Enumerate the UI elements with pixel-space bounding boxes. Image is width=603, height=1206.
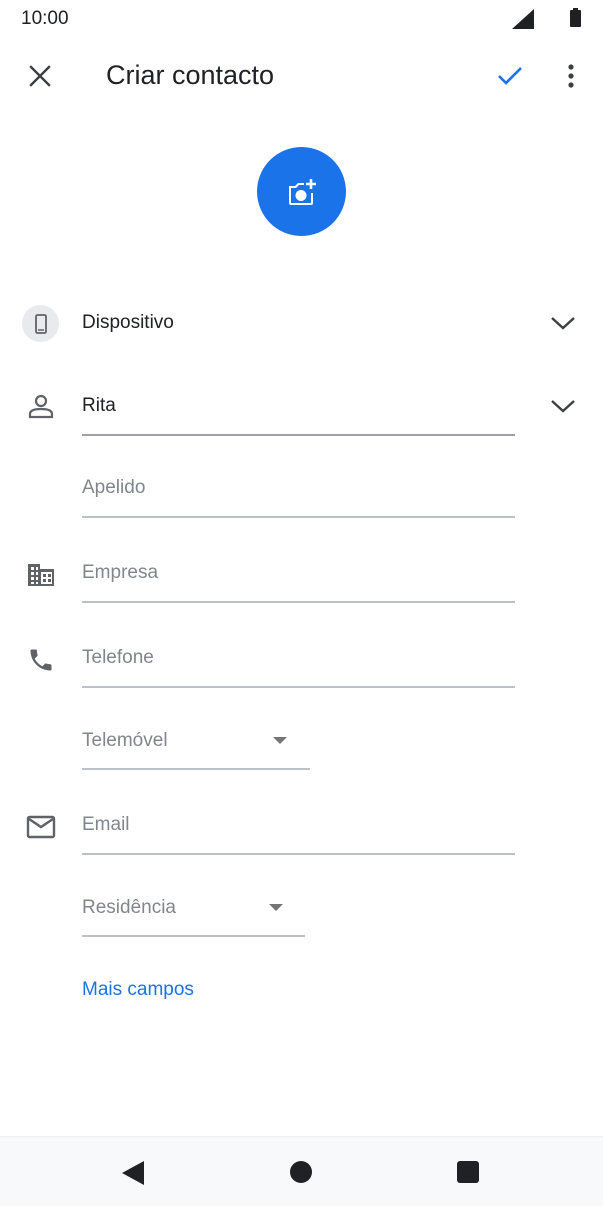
first-name-field[interactable]: Rita (82, 394, 515, 436)
dropdown-arrow-icon (273, 737, 287, 744)
more-vert-icon (568, 64, 574, 88)
chevron-down-icon (551, 317, 575, 330)
last-name-field[interactable]: Apelido (82, 476, 515, 518)
email-field[interactable]: Email (82, 813, 515, 855)
company-field[interactable]: Empresa (82, 561, 515, 603)
phone-type-underline (82, 768, 310, 770)
save-button[interactable] (488, 54, 532, 98)
dropdown-arrow-icon (269, 904, 283, 911)
device-account-icon (22, 305, 59, 342)
company-underline (82, 601, 515, 603)
email-placeholder: Email (82, 814, 130, 835)
add-photo-button[interactable] (257, 147, 346, 236)
more-options-button[interactable] (549, 54, 593, 98)
phone-field[interactable]: Telefone (82, 646, 515, 688)
account-expand-button[interactable] (546, 306, 580, 340)
page-title: Criar contacto (106, 60, 275, 90)
company-row-icon (22, 556, 60, 594)
chevron-down-icon (551, 400, 575, 413)
system-nav-bar (0, 1136, 603, 1206)
signal-icon (512, 9, 534, 29)
recents-icon[interactable] (457, 1161, 479, 1183)
last-name-placeholder: Apelido (82, 477, 146, 498)
email-icon (26, 815, 56, 839)
check-icon (498, 67, 522, 85)
last-name-underline (82, 516, 515, 518)
business-icon (28, 564, 54, 586)
email-row-icon (22, 808, 60, 846)
name-row-icon (22, 387, 60, 425)
status-time: 10:00 (21, 8, 69, 29)
first-name-underline (82, 434, 515, 436)
person-icon (28, 394, 54, 419)
name-expand-button[interactable] (546, 389, 580, 423)
account-selector-label[interactable]: Dispositivo (82, 312, 174, 334)
more-fields-button[interactable]: Mais campos (82, 979, 194, 1001)
battery-icon (570, 8, 581, 27)
back-icon[interactable] (122, 1161, 144, 1185)
phone-row-icon (22, 641, 60, 679)
phone-placeholder: Telefone (82, 647, 154, 668)
app-bar: Criar contacto (0, 40, 603, 112)
phone-type-dropdown[interactable]: Telemóvel (82, 729, 310, 770)
email-type-underline (82, 935, 305, 937)
phone-underline (82, 686, 515, 688)
close-button[interactable] (18, 54, 62, 98)
first-name-value: Rita (82, 395, 116, 416)
home-icon[interactable] (290, 1161, 312, 1183)
close-icon (29, 65, 51, 87)
status-bar: 10:00 (0, 0, 603, 36)
phone-device-icon (34, 313, 47, 334)
email-underline (82, 853, 515, 855)
email-type-dropdown[interactable]: Residência (82, 896, 305, 937)
add-photo-icon (288, 178, 316, 205)
company-placeholder: Empresa (82, 562, 159, 583)
phone-icon (30, 649, 52, 671)
